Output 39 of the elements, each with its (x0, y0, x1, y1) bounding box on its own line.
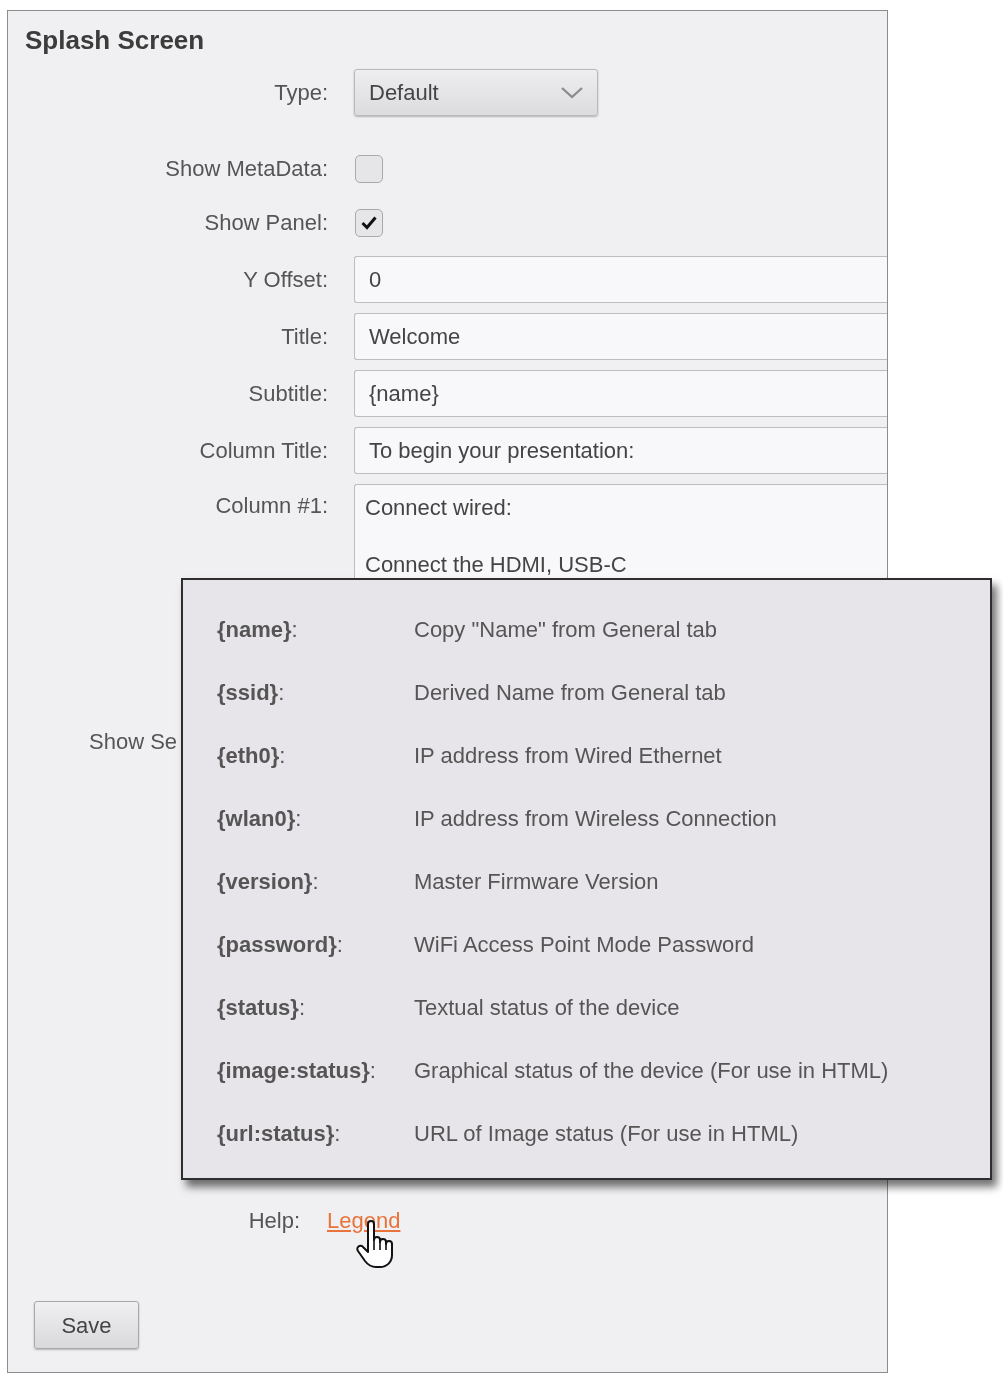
token-description: Graphical status of the device (For use in HTML) (414, 1056, 889, 1085)
token-description: IP address from Wireless Connection (414, 804, 777, 833)
text-input[interactable]: 0 (354, 256, 887, 303)
field-label: Column Title: (199, 436, 328, 465)
field-label: Show MetaData: (165, 155, 328, 183)
type-dropdown[interactable]: Default (354, 69, 598, 116)
token-description: WiFi Access Point Mode Password (414, 930, 754, 959)
placeholder-token: {wlan0}: (217, 804, 303, 833)
save-button[interactable]: Save (34, 1301, 139, 1349)
checkbox[interactable] (355, 155, 383, 183)
placeholder-token: {name}: (217, 615, 299, 644)
placeholder-token: {url:status}: (217, 1119, 342, 1148)
token-description: Derived Name from General tab (414, 678, 726, 707)
chevron-down-icon (561, 86, 583, 99)
field-label: Show Se (89, 727, 178, 756)
token-description: Master Firmware Version (414, 867, 659, 896)
checkbox[interactable] (355, 209, 383, 237)
field-label: Y Offset: (243, 265, 328, 294)
field-label: Type: (274, 78, 328, 107)
token-description: URL of Image status (For use in HTML) (414, 1119, 799, 1148)
field-label: Column #1: (215, 492, 328, 520)
token-description: Copy "Name" from General tab (414, 615, 717, 644)
section-title: Splash Screen (25, 25, 205, 55)
placeholder-token: {status}: (217, 993, 307, 1022)
placeholder-token: {ssid}: (217, 678, 286, 707)
checkmark-icon (361, 216, 377, 230)
field-label: Title: (281, 322, 328, 351)
token-description: Textual status of the device (414, 993, 680, 1022)
text-input[interactable]: Welcome (354, 313, 887, 360)
text-input[interactable]: To begin your presentation: (354, 427, 887, 474)
field-label: Show Panel: (204, 209, 328, 237)
text-input[interactable]: {name} (354, 370, 887, 417)
token-description: IP address from Wired Ethernet (414, 741, 722, 770)
placeholder-token: {version}: (217, 867, 320, 896)
help-label: Help: (248, 1207, 300, 1235)
placeholder-token: {password}: (217, 930, 344, 959)
placeholder-token: {eth0}: (217, 741, 287, 770)
placeholder-token: {image:status}: (217, 1056, 377, 1085)
field-label: Subtitle: (248, 379, 328, 408)
